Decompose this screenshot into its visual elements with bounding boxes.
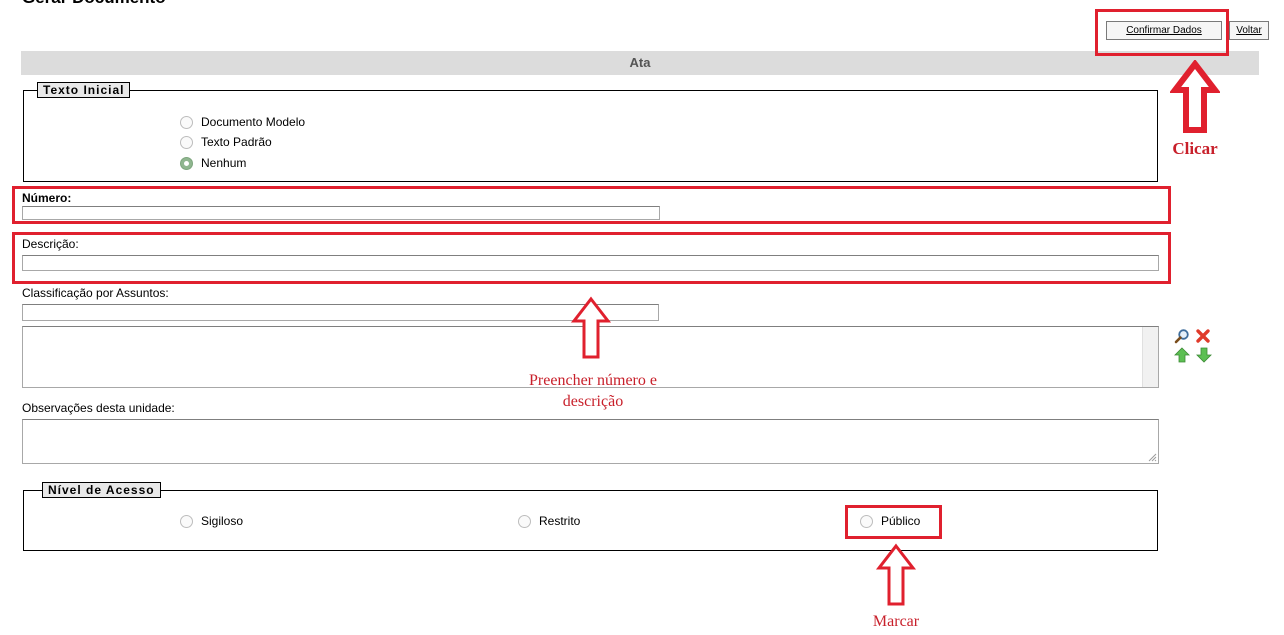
radio-label: Restrito (539, 514, 581, 528)
radio-option-restrito[interactable]: Restrito (518, 514, 580, 528)
highlight-descricao-field (12, 232, 1171, 284)
highlight-numero-field (12, 186, 1171, 224)
radio-button[interactable] (180, 135, 193, 149)
observacoes-textarea[interactable] (22, 419, 1159, 464)
arrow-up-icon (875, 543, 917, 606)
annotation-preencher-line2: descrição (562, 393, 624, 410)
radio-label: Texto Padrão (201, 135, 272, 149)
radio-button[interactable] (180, 115, 193, 129)
arrow-up-icon (1170, 60, 1220, 133)
radio-label: Nenhum (201, 156, 247, 170)
radio-option-nenhum[interactable]: Nenhum (180, 156, 246, 170)
annotation-clicar: Clicar (1172, 139, 1218, 158)
back-button[interactable]: Voltar (1229, 21, 1269, 40)
radio-label: Sigiloso (201, 514, 244, 528)
radio-button-selected[interactable] (180, 156, 193, 170)
annotation-preencher-line1: Preencher número e (529, 372, 657, 389)
radio-button[interactable] (180, 514, 193, 528)
radio-label: Documento Modelo (201, 115, 306, 129)
assuntos-scrollbar[interactable] (1142, 327, 1158, 387)
radio-option-documento-modelo[interactable]: Documento Modelo (180, 115, 305, 129)
annotation-marcar: Marcar (872, 613, 920, 630)
radio-option-sigiloso[interactable]: Sigiloso (180, 514, 243, 528)
move-up-icon[interactable] (1174, 347, 1190, 363)
remove-icon[interactable] (1195, 328, 1211, 344)
arrow-up-icon (570, 296, 612, 359)
page-title: Gerar Documento (22, 0, 166, 8)
radio-option-texto-padrao[interactable]: Texto Padrão (180, 135, 272, 149)
resize-grip-icon[interactable] (1147, 452, 1157, 462)
section-title-bar: Ata (21, 51, 1259, 75)
classificacao-input[interactable] (22, 304, 659, 321)
radio-button[interactable] (518, 514, 531, 528)
texto-inicial-legend: Texto Inicial (37, 82, 131, 98)
classificacao-label: Classificação por Assuntos: (22, 286, 169, 300)
search-icon[interactable] (1174, 328, 1190, 344)
move-down-icon[interactable] (1196, 347, 1212, 363)
observacoes-label: Observações desta unidade: (22, 401, 175, 415)
highlight-confirm-button (1095, 9, 1229, 56)
highlight-publico-option (845, 505, 942, 539)
nivel-acesso-legend: Nível de Acesso (42, 482, 161, 498)
